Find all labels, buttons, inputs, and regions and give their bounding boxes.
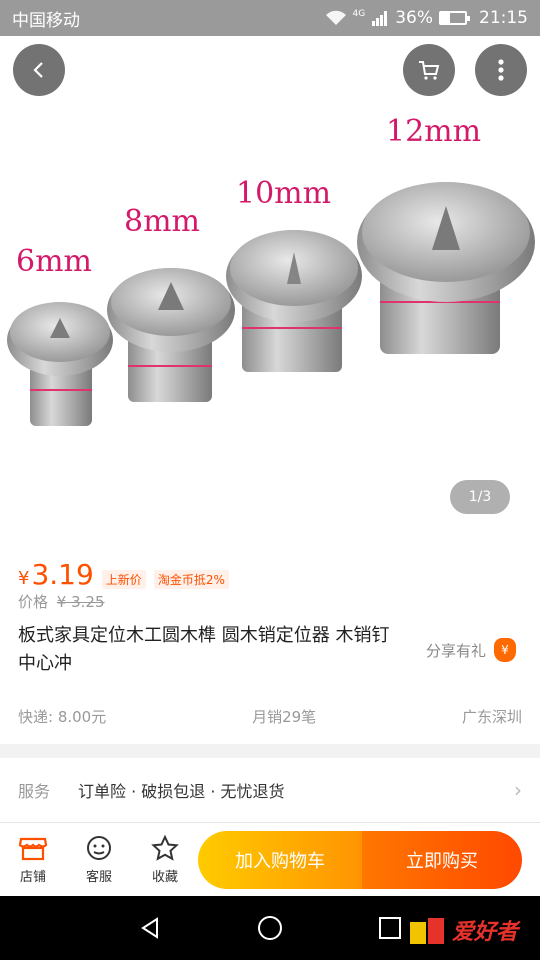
- original-price: ¥ 3.25: [56, 593, 105, 611]
- original-price-label: 价格: [18, 593, 49, 611]
- size-label-8mm: 8mm: [124, 204, 200, 239]
- currency-symbol: ¥: [18, 568, 30, 589]
- back-button[interactable]: [13, 44, 65, 96]
- support-label: 客服: [85, 870, 112, 885]
- circle-home-icon: [258, 916, 282, 940]
- seller-location: 广东深圳: [461, 708, 522, 726]
- favorite-button[interactable]: 收藏: [132, 823, 198, 897]
- monthly-sales: 月销29笔: [252, 708, 317, 726]
- watermark: 爱好者: [408, 914, 518, 946]
- chevron-right-icon: ›: [514, 778, 522, 802]
- chevron-left-icon: [33, 62, 43, 78]
- carrier-name: 中国移动: [12, 10, 80, 31]
- battery-icon: [439, 11, 470, 25]
- product-title: 板式家具定位木工圆木榫 圆木销定位器 木销钉中心冲: [18, 625, 390, 674]
- cart-icon: [419, 61, 440, 80]
- coin-discount-tag: 淘金币抵2%: [153, 570, 229, 589]
- price-row: ¥ 3.19 上新价 淘金币抵2%: [18, 558, 229, 591]
- support-button[interactable]: 客服: [66, 823, 132, 897]
- more-vertical-icon: [498, 59, 504, 81]
- customer-service-icon: [87, 836, 111, 860]
- bottom-action-bar: 店铺 客服 收藏 加入购物车 立即购买: [0, 822, 540, 896]
- status-bar: 中国移动 4G 36% 21:15: [0, 0, 540, 36]
- size-label-6mm: 6mm: [16, 244, 92, 279]
- product-info: ¥ 3.19 上新价 淘金币抵2% 价格 ¥ 3.25 板式家具定位木工圆木榫 …: [0, 536, 540, 744]
- status-icons: 4G 36% 21:15: [325, 8, 528, 28]
- add-to-cart-button[interactable]: 加入购物车: [198, 831, 362, 889]
- nav-recents-button[interactable]: [372, 910, 408, 946]
- meta-row: 快递: 8.00元 月销29笔 广东深圳: [18, 706, 522, 727]
- new-price-tag: 上新价: [101, 570, 146, 589]
- current-price: 3.19: [31, 558, 94, 591]
- battery-percent: 36%: [395, 8, 433, 28]
- size-label-12mm: 12mm: [386, 114, 482, 149]
- watermark-logo-icon: [410, 918, 444, 944]
- buy-now-button[interactable]: 立即购买: [362, 831, 522, 889]
- product-image: [7, 182, 535, 426]
- more-button[interactable]: [475, 44, 527, 96]
- service-label: 服务: [18, 782, 51, 801]
- square-recents-icon: [379, 917, 401, 939]
- cart-button[interactable]: [403, 44, 455, 96]
- nav-back-button[interactable]: [132, 910, 168, 946]
- share-label: 分享有礼: [425, 641, 486, 660]
- clock: 21:15: [479, 8, 528, 28]
- shipping-fee: 快递: 8.00元: [18, 708, 107, 726]
- network-type: 4G: [352, 9, 366, 19]
- money-bag-icon: ¥: [494, 638, 516, 662]
- service-row[interactable]: 服务 订单险 · 破损包退 · 无忧退货 ›: [0, 758, 540, 822]
- shop-button[interactable]: 店铺: [0, 823, 66, 897]
- watermark-text: 爱好者: [452, 920, 519, 945]
- triangle-back-icon: [141, 917, 158, 939]
- size-label-10mm: 10mm: [236, 176, 332, 211]
- share-button[interactable]: 分享有礼 ¥: [426, 638, 516, 662]
- shop-label: 店铺: [19, 870, 46, 885]
- shop-icon: [18, 837, 48, 861]
- star-icon: [151, 834, 179, 861]
- nav-home-button[interactable]: [252, 910, 288, 946]
- wifi-icon: [325, 10, 346, 25]
- page-indicator: 1/3: [450, 480, 510, 514]
- product-gallery[interactable]: 6mm 8mm 10mm 12mm 1/3: [0, 36, 540, 536]
- signal-icon: [372, 11, 388, 26]
- favorite-label: 收藏: [151, 870, 178, 885]
- original-price-row: 价格 ¥ 3.25: [18, 591, 105, 612]
- service-text: 订单险 · 破损包退 · 无忧退货: [78, 782, 285, 801]
- battery-fill: [441, 13, 450, 23]
